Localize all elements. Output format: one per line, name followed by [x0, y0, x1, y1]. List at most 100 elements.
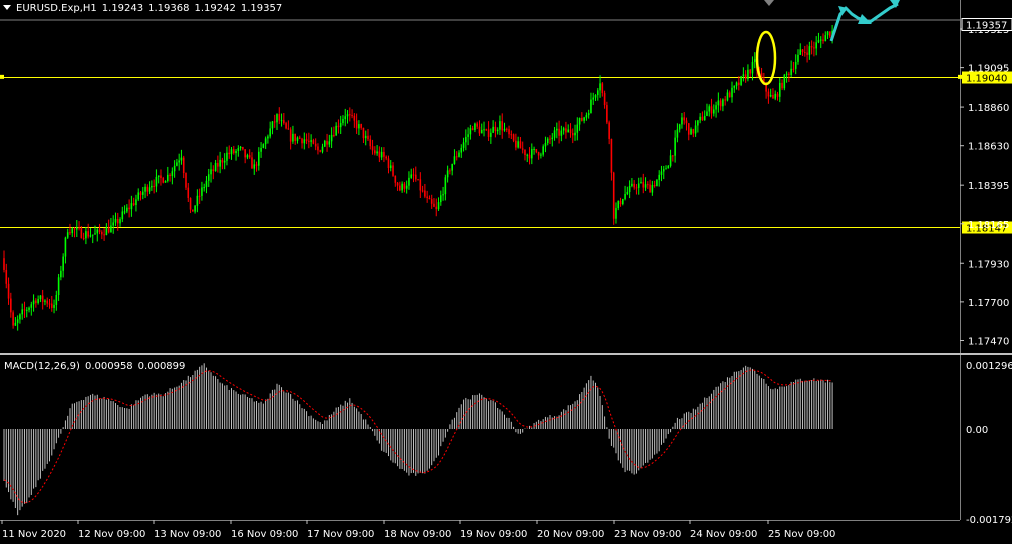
candle-body [733, 85, 736, 88]
candle-body [692, 129, 695, 134]
candle-body [50, 303, 53, 308]
candle-body [314, 143, 317, 147]
candle-body [278, 114, 281, 121]
candle-body [624, 194, 626, 200]
candle-body [155, 176, 158, 187]
candle-body [772, 94, 774, 99]
candle-body [642, 181, 645, 188]
candle-body [567, 129, 569, 133]
menu-triangle-icon[interactable] [3, 5, 11, 10]
candle-body [403, 183, 406, 189]
candle-body [574, 132, 576, 136]
candle-body [53, 304, 55, 308]
candle-body [396, 182, 399, 186]
time-tick-label: 18 Nov 09:00 [384, 529, 451, 540]
candle-body [46, 300, 49, 304]
candle-body [446, 170, 449, 178]
candle-body [728, 92, 731, 98]
candle-body [617, 200, 620, 209]
candle-body [722, 99, 724, 107]
price-tick-label: 1.18860 [968, 103, 1009, 114]
candle-body [453, 156, 456, 165]
candle-body [103, 234, 105, 236]
time-tick-label: 11 Nov 2020 [2, 529, 66, 540]
candle-body [601, 83, 604, 94]
candle-body [531, 149, 533, 159]
candle-body [19, 314, 21, 320]
candle-body [510, 134, 513, 136]
candle-body [556, 128, 558, 131]
candle-body [508, 129, 510, 135]
candle-body [321, 146, 324, 152]
candle-body [533, 148, 535, 150]
candle-body [615, 208, 617, 219]
price-tick-label: 1.18165 [968, 220, 1009, 231]
candle-body [73, 228, 76, 230]
candle-body [499, 121, 501, 130]
candle-body [146, 186, 149, 192]
candle-body [335, 125, 337, 136]
candle-body [781, 82, 783, 89]
candle-body [160, 175, 162, 179]
candle-body [658, 174, 660, 180]
candle-body [85, 231, 87, 239]
candle-body [635, 187, 638, 189]
candle-body [401, 183, 403, 191]
candle-body [64, 237, 67, 257]
candle-body [660, 171, 663, 175]
candle-body [374, 150, 376, 154]
candle-body [12, 312, 14, 326]
candle-body [703, 115, 706, 121]
candle-body [207, 174, 210, 181]
candle-body [69, 232, 71, 234]
candle-body [387, 158, 390, 169]
candle-body [244, 149, 246, 158]
candle-body [622, 199, 624, 205]
candle-body [214, 162, 217, 172]
candle-body [667, 165, 670, 169]
candle-body [98, 229, 101, 232]
candle-body [449, 170, 451, 172]
candle-body [774, 93, 777, 99]
candle-body [505, 128, 508, 130]
candle-body [744, 74, 747, 80]
candle-body [553, 130, 556, 138]
candle-body [30, 304, 33, 308]
symbol-label: EURUSD.Exp,H1 [16, 3, 97, 14]
candle-body [360, 124, 362, 128]
candle-body [494, 126, 497, 132]
candle-body [726, 92, 729, 101]
macd-tick-label: -0.001792 [966, 515, 1012, 526]
candle-body [148, 187, 151, 192]
candle-body [410, 174, 413, 178]
candle-body [430, 199, 433, 204]
candle-body [312, 140, 315, 144]
candle-body [292, 133, 294, 142]
candle-body [455, 156, 458, 158]
candle-body [35, 300, 37, 303]
time-tick-label: 25 Nov 09:00 [768, 529, 835, 540]
chart-canvas: 1.190401.18147 1.193251.190951.188601.18… [0, 0, 1012, 540]
candle-body [144, 186, 146, 192]
candle-body [521, 148, 524, 150]
candle-body [540, 154, 542, 156]
price-tick-label: 1.18630 [968, 142, 1009, 153]
candle-body [535, 148, 538, 153]
candle-body [369, 139, 372, 147]
candle-body [87, 231, 89, 237]
candle-body [89, 235, 92, 237]
candle-body [544, 142, 547, 147]
candle-body [806, 52, 808, 55]
candle-body [738, 82, 740, 85]
candle-body [44, 300, 46, 302]
candle-body [253, 164, 256, 169]
candle-body [157, 175, 160, 177]
candle-body [405, 185, 408, 189]
candle-body [10, 298, 12, 313]
time-tick-label: 12 Nov 09:00 [78, 529, 145, 540]
candle-body [783, 74, 786, 89]
candle-body [440, 195, 442, 203]
candle-body [394, 175, 397, 183]
candle-body [458, 152, 460, 157]
candle-body [647, 184, 649, 186]
